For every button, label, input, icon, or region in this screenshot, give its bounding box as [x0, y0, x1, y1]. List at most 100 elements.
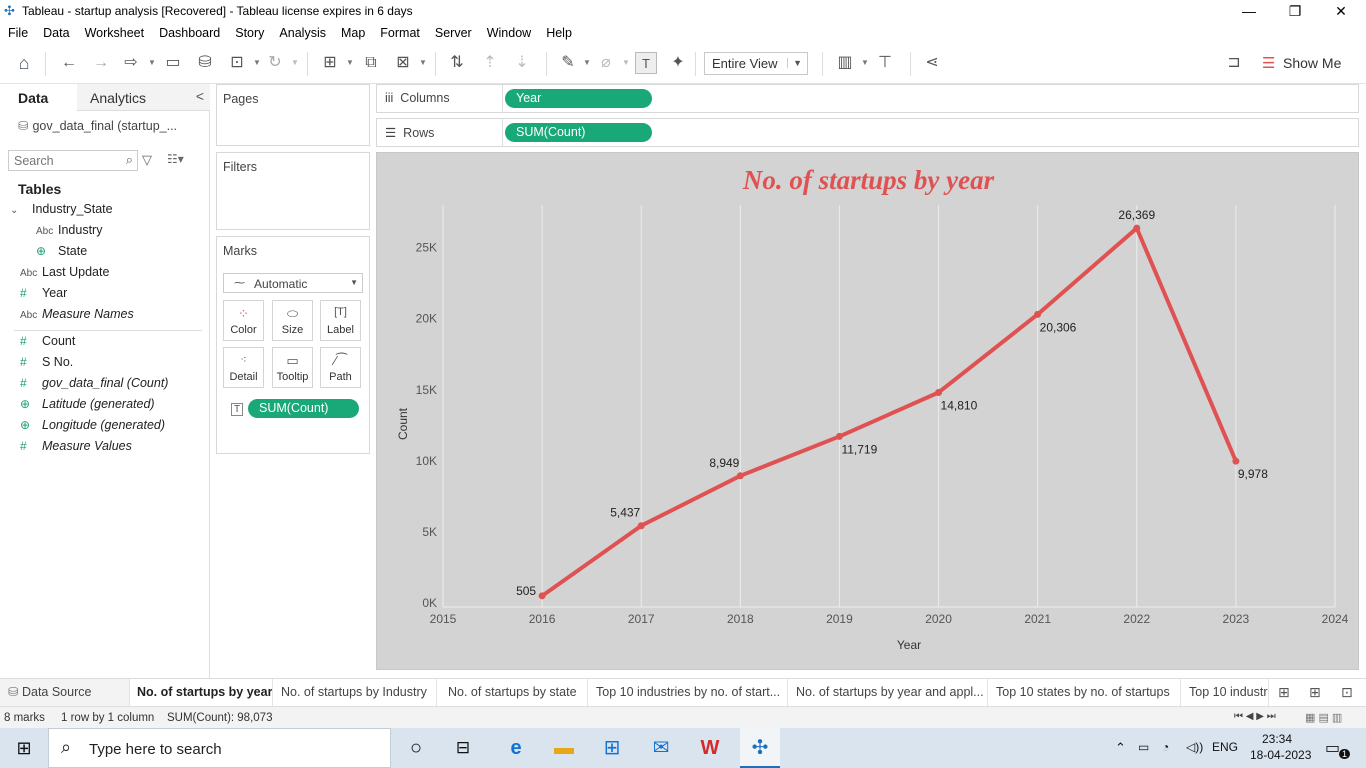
field-item[interactable]: ⌄ Industry_State: [10, 202, 113, 222]
wps-office-icon[interactable]: W: [697, 735, 723, 761]
share-icon[interactable]: ⋖: [921, 52, 943, 74]
columns-shelf[interactable]: iii Columns Year: [376, 84, 1359, 113]
collapse-pane-icon[interactable]: <: [196, 88, 204, 104]
search-field[interactable]: ⌕: [8, 150, 138, 171]
minimize-button[interactable]: —: [1226, 0, 1272, 23]
sheet-nav-icon[interactable]: ⏮ ◀ ▶ ⏭: [1234, 711, 1276, 722]
viz-canvas[interactable]: No. of startups by year 2015 2016 2017 2018…: [376, 152, 1359, 670]
task-view-icon[interactable]: ⊟: [450, 735, 476, 761]
view-options-icon[interactable]: ☷▾: [167, 152, 184, 166]
menu-format[interactable]: Format: [372, 23, 427, 40]
swap-rows-columns-icon[interactable]: ⇅: [446, 52, 468, 74]
new-datasource-icon[interactable]: ⛁: [194, 52, 216, 74]
menu-file[interactable]: File: [0, 23, 35, 40]
clear-sheet-icon[interactable]: ⊠: [392, 52, 414, 74]
filters-card[interactable]: Filters: [216, 152, 370, 230]
sheet-tab[interactable]: Top 10 industries by no. of start...: [588, 679, 788, 707]
fit-view-select[interactable]: Entire View ▼: [704, 52, 808, 75]
tray-chevron-up-icon[interactable]: ⌃: [1115, 740, 1126, 756]
redo-icon[interactable]: →: [90, 52, 112, 74]
sort-ascending-icon[interactable]: ⇡: [479, 52, 501, 74]
menu-window[interactable]: Window: [479, 23, 538, 40]
detail-button[interactable]: ⁖ Detail: [223, 347, 264, 388]
field-item[interactable]: ⊕ Latitude (generated): [20, 397, 155, 417]
field-item[interactable]: # Measure Values: [20, 439, 132, 459]
mark-type-select[interactable]: ⁓ Automatic ▼: [223, 273, 363, 293]
color-button[interactable]: ⁘ Color: [223, 300, 264, 341]
menu-story[interactable]: Story: [227, 23, 271, 40]
windows-start-icon[interactable]: ⊞: [11, 735, 37, 761]
tab-data[interactable]: Data: [0, 84, 77, 111]
path-button[interactable]: ⁄⁀ Path: [320, 347, 361, 388]
menu-worksheet[interactable]: Worksheet: [77, 23, 152, 40]
field-item[interactable]: Abc Industry: [36, 223, 102, 243]
field-item[interactable]: # Year: [20, 286, 67, 306]
menu-server[interactable]: Server: [427, 23, 479, 40]
show-mark-labels-icon[interactable]: T: [635, 52, 657, 74]
field-item[interactable]: ⊕ State: [36, 244, 87, 264]
save-icon[interactable]: ▭: [162, 52, 184, 74]
highlight-icon[interactable]: ✎: [557, 52, 579, 74]
taskbar-search[interactable]: ⌕ Type here to search: [48, 728, 391, 768]
datasource-item[interactable]: ⛁ gov_data_final (startup_...: [18, 118, 177, 133]
sheet-tab[interactable]: Top 10 industr: [1181, 679, 1269, 707]
rows-shelf[interactable]: ☰ Rows SUM(Count): [376, 118, 1359, 147]
menu-map[interactable]: Map: [333, 23, 372, 40]
clock-date[interactable]: 18-04-2023: [1250, 748, 1311, 762]
sheet-tab[interactable]: No. of startups by year: [130, 679, 273, 707]
rows-sum-count-pill[interactable]: SUM(Count): [505, 123, 652, 142]
format-painter-icon[interactable]: ⊐: [1223, 52, 1245, 74]
mail-icon[interactable]: ✉: [648, 735, 674, 761]
field-item[interactable]: # gov_data_final (Count): [20, 376, 168, 396]
edge-browser-icon[interactable]: e: [503, 735, 529, 761]
replay-icon[interactable]: ⇨: [120, 52, 142, 74]
field-item[interactable]: # S No.: [20, 355, 73, 375]
pause-updates-icon[interactable]: ⊡: [226, 52, 248, 74]
refresh-icon[interactable]: ↻: [264, 52, 286, 74]
duplicate-sheet-icon[interactable]: ⧉: [360, 52, 382, 74]
new-worksheet-icon[interactable]: ⊞: [319, 52, 341, 74]
field-item[interactable]: Abc Measure Names: [20, 307, 134, 327]
size-button[interactable]: ⬭ Size: [272, 300, 313, 341]
sheet-tab[interactable]: No. of startups by Industry: [273, 679, 437, 707]
sheet-sorter-icon[interactable]: ▦ ▤ ▥: [1305, 711, 1342, 724]
wifi-icon[interactable]: ◔: [1162, 740, 1169, 754]
new-story-icon[interactable]: ⊡: [1341, 684, 1353, 701]
show-cards-icon[interactable]: ▥: [834, 52, 856, 74]
sheet-tab[interactable]: No. of startups by state: [437, 679, 588, 707]
label-button[interactable]: [T] Label: [320, 300, 361, 341]
field-item[interactable]: ⊕ Longitude (generated): [20, 418, 165, 438]
menu-help[interactable]: Help: [538, 23, 579, 40]
line-chart[interactable]: 2015 2016 2017 2018 2019 2020 2021 2022 2023 2024…: [377, 153, 1360, 671]
home-icon[interactable]: ⌂: [13, 52, 35, 74]
cortana-icon[interactable]: ○: [403, 735, 429, 761]
columns-year-pill[interactable]: Year: [505, 89, 652, 108]
sheet-tab[interactable]: Top 10 states by no. of startups: [988, 679, 1181, 707]
new-worksheet-icon[interactable]: ⊞: [1278, 684, 1290, 701]
menu-data[interactable]: Data: [35, 23, 76, 40]
search-input[interactable]: [14, 153, 114, 168]
battery-icon[interactable]: ▭: [1138, 740, 1149, 754]
file-explorer-icon[interactable]: ▬: [551, 735, 577, 761]
undo-icon[interactable]: ←: [58, 52, 80, 74]
new-dashboard-icon[interactable]: ⊞: [1309, 684, 1321, 701]
language-indicator[interactable]: ENG: [1212, 740, 1238, 754]
sort-descending-icon[interactable]: ⇣: [511, 52, 533, 74]
tableau-taskbar-icon[interactable]: ✣: [740, 728, 780, 768]
volume-icon[interactable]: ◁)): [1186, 740, 1203, 754]
tooltip-button[interactable]: ▭ Tooltip: [272, 347, 313, 388]
close-button[interactable]: ✕: [1318, 0, 1364, 23]
notifications-icon[interactable]: ▭: [1325, 738, 1340, 758]
field-item[interactable]: # Count: [20, 334, 75, 354]
tab-data-source[interactable]: ⛁ Data Source: [0, 679, 130, 707]
field-item[interactable]: Abc Last Update: [20, 265, 109, 285]
fix-axes-icon[interactable]: ✦: [667, 52, 689, 74]
store-icon[interactable]: ⊞: [599, 735, 625, 761]
clock-time[interactable]: 23:34: [1262, 732, 1292, 746]
tab-analytics[interactable]: Analytics <: [77, 84, 210, 111]
filter-icon[interactable]: ▽: [142, 152, 152, 168]
menu-dashboard[interactable]: Dashboard: [151, 23, 227, 40]
pages-card[interactable]: Pages: [216, 84, 370, 146]
group-members-icon[interactable]: ⌀: [595, 52, 617, 74]
menu-analysis[interactable]: Analysis: [271, 23, 333, 40]
